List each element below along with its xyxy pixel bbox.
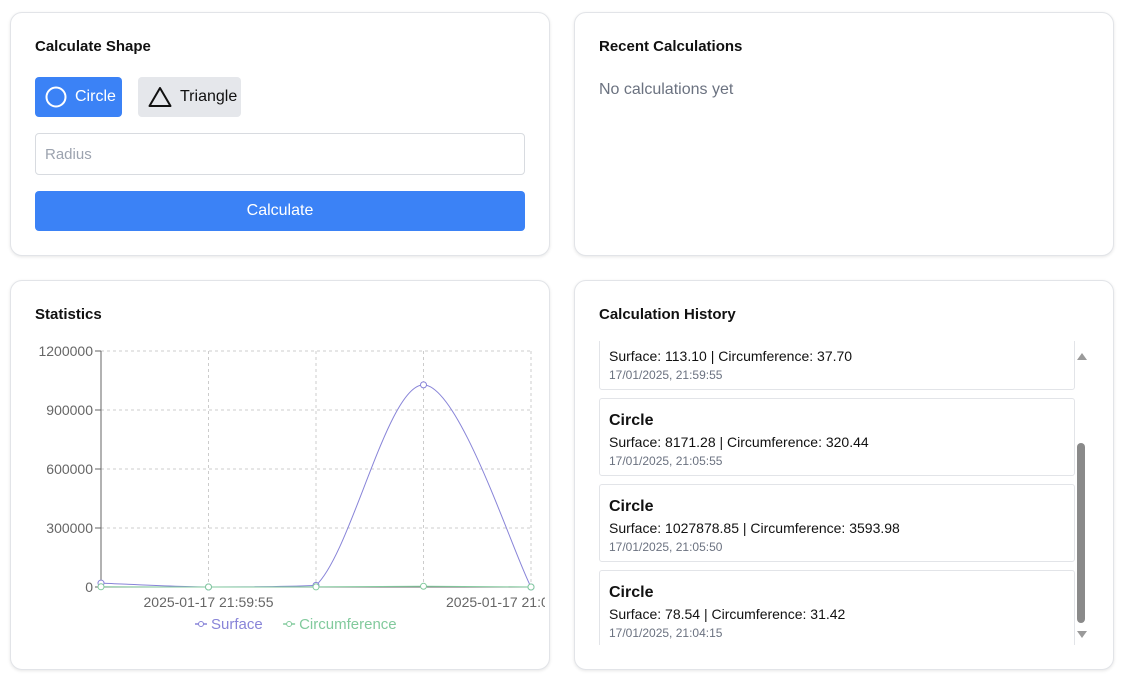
legend-label-surface: Surface [211, 616, 263, 633]
data-point-circumference [527, 583, 535, 591]
history-item: Circle Surface: 113.10 | Circumference: … [599, 341, 1075, 390]
data-point-circumference [97, 583, 105, 591]
history-list: Circle Surface: 113.10 | Circumference: … [599, 341, 1075, 645]
calculate-shape-card: Calculate Shape Circle Triangle Calculat… [10, 12, 550, 256]
radius-input[interactable] [35, 133, 525, 175]
history-item-time: 17/01/2025, 21:05:55 [609, 454, 723, 468]
history-item-shape: Circle [609, 498, 654, 515]
calculate-shape-title: Calculate Shape [35, 38, 151, 55]
history-scroll-area[interactable]: Circle Surface: 113.10 | Circumference: … [599, 341, 1087, 645]
history-item-values: Surface: 1027878.85 | Circumference: 359… [609, 520, 900, 536]
legend-label-circumference: Circumference [299, 616, 397, 633]
history-scrollbar[interactable] [1075, 341, 1087, 645]
recent-calculations-card: Recent Calculations No calculations yet [574, 12, 1114, 256]
circle-icon [45, 86, 67, 108]
history-item: Circle Surface: 8171.28 | Circumference:… [599, 398, 1075, 476]
recent-calculations-title: Recent Calculations [599, 38, 743, 55]
calculation-history-card: Calculation History Circle Surface: 113.… [574, 280, 1114, 670]
history-item: Circle Surface: 1027878.85 | Circumferen… [599, 484, 1075, 562]
history-item-values: Surface: 8171.28 | Circumference: 320.44 [609, 434, 869, 450]
history-item: Circle Surface: 78.54 | Circumference: 3… [599, 570, 1075, 645]
y-tick-label: 900000 [46, 402, 93, 418]
empty-state-text: No calculations yet [599, 81, 734, 98]
history-item-time: 17/01/2025, 21:04:15 [609, 626, 723, 640]
x-tick-label: 2025-01-17 21:04:15 [446, 594, 545, 610]
history-item-values: Surface: 113.10 | Circumference: 37.70 [609, 348, 853, 364]
history-item-shape: Circle [609, 412, 654, 429]
history-item-shape: Circle [609, 341, 1065, 345]
triangle-shape-label: Triangle [180, 88, 238, 105]
statistics-card: Statistics 0 300000 600000 900000 1200000 202… [10, 280, 550, 670]
scroll-up-arrow-icon[interactable] [1077, 353, 1087, 360]
history-item-time: 17/01/2025, 21:05:50 [609, 540, 723, 554]
data-point-circumference [312, 583, 320, 591]
calculation-history-title: Calculation History [599, 306, 736, 323]
scroll-down-arrow-icon[interactable] [1077, 631, 1087, 638]
triangle-shape-button[interactable]: Triangle [138, 77, 241, 117]
legend-marker-surface [198, 621, 204, 627]
legend-marker-circumference [286, 621, 293, 627]
statistics-title: Statistics [35, 306, 102, 323]
y-tick-label: 0 [85, 579, 93, 595]
circle-shape-button[interactable]: Circle [35, 77, 122, 117]
history-item-shape: Circle [609, 584, 654, 601]
scrollbar-thumb[interactable] [1077, 443, 1085, 623]
data-point-circumference [205, 583, 212, 591]
circle-shape-label: Circle [75, 88, 116, 105]
data-point-surface [420, 381, 427, 389]
x-tick-label: 2025-01-17 21:59:55 [144, 594, 274, 610]
statistics-line-chart: 0 300000 600000 900000 1200000 2025-01-17 21:… [38, 343, 545, 633]
y-tick-label: 1200000 [38, 343, 93, 359]
y-tick-label: 600000 [46, 461, 93, 477]
triangle-icon [148, 87, 172, 107]
history-item-values: Surface: 78.54 | Circumference: 31.42 [609, 606, 846, 622]
y-tick-label: 300000 [46, 520, 93, 536]
data-point-circumference [420, 582, 427, 590]
calculate-button[interactable]: Calculate [35, 191, 525, 231]
history-item-time: 17/01/2025, 21:59:55 [609, 368, 723, 382]
